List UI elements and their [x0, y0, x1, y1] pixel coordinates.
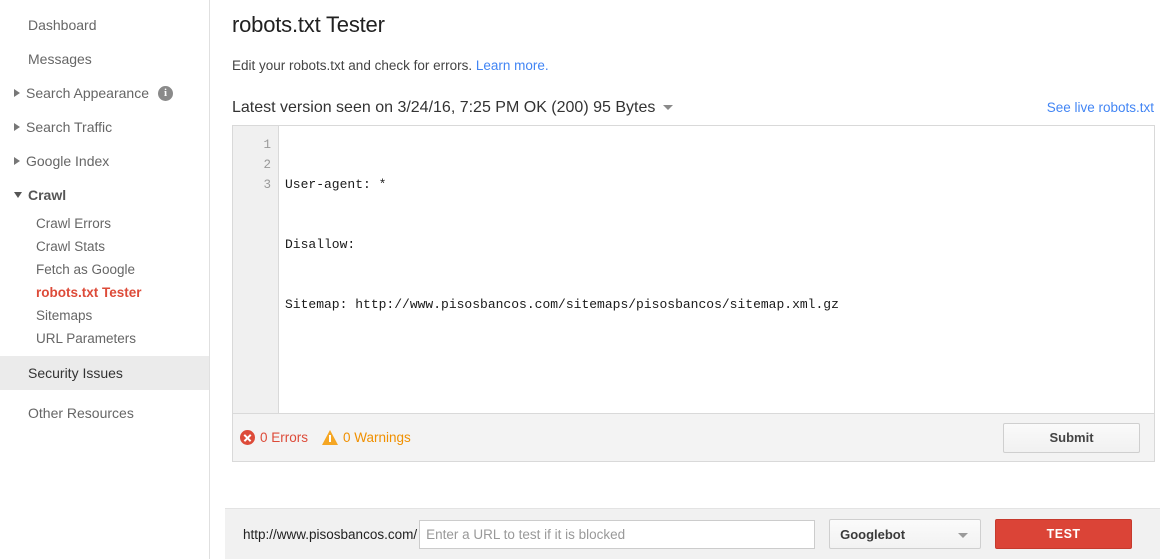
chevron-down-icon	[14, 192, 22, 198]
code-line: User-agent: *	[285, 175, 1154, 195]
url-prefix-label: http://www.pisosbancos.com/	[243, 527, 417, 542]
sidebar-item-dashboard[interactable]: Dashboard	[0, 8, 209, 42]
sidebar-item-search-appearance[interactable]: Search Appearance i	[0, 76, 209, 110]
sidebar-item-label: Google Index	[26, 154, 109, 168]
robots-editor[interactable]: 1 2 3 User-agent: * Disallow: Sitemap: h…	[232, 125, 1155, 414]
version-dropdown[interactable]: Latest version seen on 3/24/16, 7:25 PM …	[232, 99, 673, 117]
error-icon	[240, 430, 255, 445]
sidebar-item-crawl-stats[interactable]: Crawl Stats	[0, 235, 209, 258]
line-number-gutter: 1 2 3	[233, 126, 279, 413]
sidebar-item-label: Crawl Stats	[36, 240, 105, 254]
sidebar-item-label: Fetch as Google	[36, 263, 135, 277]
editor-footer: 0 Errors 0 Warnings Submit	[232, 414, 1155, 462]
robots-code-area[interactable]: User-agent: * Disallow: Sitemap: http://…	[279, 126, 1154, 413]
url-test-bar: http://www.pisosbancos.com/ Googlebot TE…	[225, 508, 1160, 559]
sidebar-item-label: Sitemaps	[36, 309, 92, 323]
learn-more-link[interactable]: Learn more.	[476, 58, 549, 73]
sidebar-item-messages[interactable]: Messages	[0, 42, 209, 76]
sidebar-item-fetch-as-google[interactable]: Fetch as Google	[0, 258, 209, 281]
chevron-right-icon	[14, 123, 20, 131]
errors-status: 0 Errors	[240, 430, 308, 445]
line-number: 1	[233, 135, 271, 155]
subtitle-text: Edit your robots.txt and check for error…	[232, 58, 472, 73]
errors-count-label: 0 Errors	[260, 430, 308, 445]
sidebar-item-crawl[interactable]: Crawl	[0, 178, 209, 212]
chevron-right-icon	[14, 157, 20, 165]
chevron-down-icon	[958, 533, 968, 538]
sidebar-item-other-resources[interactable]: Other Resources	[0, 396, 209, 430]
page-title: robots.txt Tester	[232, 12, 1155, 38]
sidebar-item-label: Other Resources	[28, 406, 134, 420]
sidebar-item-label: Search Appearance	[26, 86, 149, 100]
line-number: 2	[233, 155, 271, 175]
app-root: Dashboard Messages Search Appearance i S…	[0, 0, 1160, 559]
chevron-down-icon	[663, 105, 673, 110]
sidebar-item-search-traffic[interactable]: Search Traffic	[0, 110, 209, 144]
user-agent-selected-label: Googlebot	[840, 527, 905, 542]
submit-button[interactable]: Submit	[1003, 423, 1140, 453]
sidebar-item-google-index[interactable]: Google Index	[0, 144, 209, 178]
sidebar-item-label: Dashboard	[28, 18, 97, 32]
code-line: Disallow:	[285, 235, 1154, 255]
code-line: Sitemap: http://www.pisosbancos.com/site…	[285, 295, 1154, 315]
main-content: robots.txt Tester Edit your robots.txt a…	[210, 0, 1160, 559]
status-group: 0 Errors 0 Warnings	[240, 430, 425, 445]
chevron-right-icon	[14, 89, 20, 97]
user-agent-select[interactable]: Googlebot	[829, 519, 981, 549]
info-icon[interactable]: i	[158, 86, 173, 101]
sidebar-item-label: Crawl Errors	[36, 217, 111, 231]
url-test-input[interactable]	[419, 520, 815, 549]
sidebar-item-label: Messages	[28, 52, 92, 66]
sidebar-item-label: Search Traffic	[26, 120, 112, 134]
sidebar-item-label: Crawl	[28, 188, 66, 202]
warning-icon	[322, 430, 338, 445]
line-number: 3	[233, 175, 271, 195]
sidebar-item-crawl-errors[interactable]: Crawl Errors	[0, 212, 209, 235]
page-subtitle: Edit your robots.txt and check for error…	[232, 58, 1155, 73]
warnings-count-label: 0 Warnings	[343, 430, 411, 445]
sidebar: Dashboard Messages Search Appearance i S…	[0, 0, 210, 559]
sidebar-item-url-parameters[interactable]: URL Parameters	[0, 327, 209, 350]
sidebar-item-security-issues[interactable]: Security Issues	[0, 356, 209, 390]
test-button[interactable]: TEST	[995, 519, 1132, 549]
sidebar-item-label: URL Parameters	[36, 332, 136, 346]
see-live-robots-link[interactable]: See live robots.txt	[1047, 100, 1154, 115]
version-label-text: Latest version seen on 3/24/16, 7:25 PM …	[232, 99, 655, 117]
sidebar-item-sitemaps[interactable]: Sitemaps	[0, 304, 209, 327]
warnings-status: 0 Warnings	[322, 430, 411, 445]
sidebar-item-label: robots.txt Tester	[36, 286, 142, 300]
version-row: Latest version seen on 3/24/16, 7:25 PM …	[232, 99, 1155, 117]
sidebar-item-robots-txt-tester[interactable]: robots.txt Tester	[0, 281, 209, 304]
sidebar-item-label: Security Issues	[28, 366, 123, 380]
